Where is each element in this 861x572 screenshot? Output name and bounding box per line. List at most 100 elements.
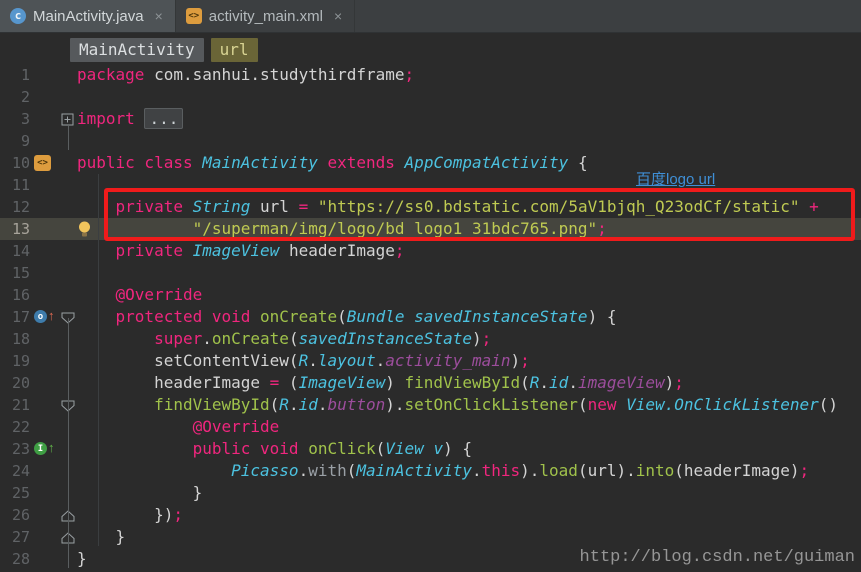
gutter: 23 I↑ xyxy=(0,438,76,460)
line-number: 3 xyxy=(0,108,30,130)
line-number: 11 xyxy=(0,174,30,196)
gutter: 28 xyxy=(0,548,76,570)
code-text[interactable]: "/superman/img/logo/bd_logo1_31bdc765.pn… xyxy=(77,218,607,240)
code-line[interactable]: 3 import ... xyxy=(0,108,861,130)
code-text[interactable]: import ... xyxy=(77,108,183,130)
gutter: 1 xyxy=(0,64,76,86)
line-number: 18 xyxy=(0,328,30,350)
code-line[interactable]: 27 } xyxy=(0,526,861,548)
gutter: 10<> xyxy=(0,152,76,174)
line-number: 1 xyxy=(0,64,30,86)
breadcrumb-field[interactable]: url xyxy=(211,38,258,62)
code-line[interactable]: 13 "/superman/img/logo/bd_logo1_31bdc765… xyxy=(0,218,861,240)
gutter: 26 xyxy=(0,504,76,526)
code-text[interactable]: private String url = "https://ss0.bdstat… xyxy=(77,196,819,218)
code-line[interactable]: 24 Picasso.with(MainActivity.this).load(… xyxy=(0,460,861,482)
xml-file-icon: <> xyxy=(186,8,202,24)
overrides-method-icon[interactable]: o↑ xyxy=(34,309,55,323)
line-number: 2 xyxy=(0,86,30,108)
code-line[interactable]: 11 xyxy=(0,174,861,196)
gutter: 27 xyxy=(0,526,76,548)
code-line[interactable]: 26 }); xyxy=(0,504,861,526)
gutter: 18 xyxy=(0,328,76,350)
indent-guide xyxy=(98,174,99,546)
code-line[interactable]: 19 setContentView(R.layout.activity_main… xyxy=(0,350,861,372)
java-class-icon: c xyxy=(10,8,26,24)
gutter: 12 xyxy=(0,196,76,218)
code-text[interactable]: protected void onCreate(Bundle savedInst… xyxy=(77,306,616,328)
gutter: 22 xyxy=(0,416,76,438)
code-line[interactable]: 18 super.onCreate(savedInstanceState); xyxy=(0,328,861,350)
gutter: 13 xyxy=(0,218,76,240)
line-number: 20 xyxy=(0,372,30,394)
gutter: 20 xyxy=(0,372,76,394)
code-line[interactable]: 16 @Override xyxy=(0,284,861,306)
code-text[interactable]: @Override xyxy=(77,284,202,306)
code-editor[interactable]: 1 package com.sanhui.studythirdframe; 23 im… xyxy=(0,33,861,572)
tab-label: MainActivity.java xyxy=(33,8,144,25)
gutter: 3 xyxy=(0,108,76,130)
code-text[interactable]: } xyxy=(77,526,125,548)
breadcrumb-class[interactable]: MainActivity xyxy=(70,38,204,62)
code-line[interactable]: 21 findViewById(R.id.button).setOnClickL… xyxy=(0,394,861,416)
line-number: 17 xyxy=(0,306,30,328)
code-line[interactable]: 20 headerImage = (ImageView) findViewByI… xyxy=(0,372,861,394)
code-area: 1 package com.sanhui.studythirdframe; 23 im… xyxy=(0,64,861,570)
code-text[interactable]: headerImage = (ImageView) findViewById(R… xyxy=(77,372,684,394)
line-number: 24 xyxy=(0,460,30,482)
code-line[interactable]: 15 xyxy=(0,262,861,284)
gutter: 14 xyxy=(0,240,76,262)
code-line[interactable]: 9 xyxy=(0,130,861,152)
code-text[interactable]: public class MainActivity extends AppCom… xyxy=(77,152,588,174)
tab-activity-main-xml[interactable]: <> activity_main.xml × xyxy=(176,0,355,32)
code-line[interactable]: 25 } xyxy=(0,482,861,504)
close-icon[interactable]: × xyxy=(334,8,342,24)
line-number: 13 xyxy=(0,218,30,240)
code-text[interactable]: super.onCreate(savedInstanceState); xyxy=(77,328,491,350)
gutter: 11 xyxy=(0,174,76,196)
line-number: 9 xyxy=(0,130,30,152)
tab-mainactivity-java[interactable]: c MainActivity.java × xyxy=(0,0,176,32)
tab-label: activity_main.xml xyxy=(209,8,323,25)
code-text[interactable]: package com.sanhui.studythirdframe; xyxy=(77,64,414,86)
code-text[interactable]: public void onClick(View v) { xyxy=(77,438,472,460)
code-text[interactable]: setContentView(R.layout.activity_main); xyxy=(77,350,530,372)
code-text[interactable]: private ImageView headerImage; xyxy=(77,240,405,262)
line-number: 23 xyxy=(0,438,30,460)
fold-line xyxy=(68,126,69,150)
line-number: 16 xyxy=(0,284,30,306)
gutter: 2 xyxy=(0,86,76,108)
gutter: 15 xyxy=(0,262,76,284)
code-line[interactable]: 2 xyxy=(0,86,861,108)
line-number: 15 xyxy=(0,262,30,284)
related-layout-file-icon[interactable]: <> xyxy=(34,155,51,171)
breadcrumb: MainActivity url xyxy=(70,38,258,62)
gutter: 16 xyxy=(0,284,76,306)
fold-line xyxy=(68,318,69,568)
line-number: 28 xyxy=(0,548,30,570)
line-number: 25 xyxy=(0,482,30,504)
code-line[interactable]: 10<>public class MainActivity extends Ap… xyxy=(0,152,861,174)
implements-method-icon[interactable]: I↑ xyxy=(34,441,55,455)
editor-tab-bar: c MainActivity.java × <> activity_main.x… xyxy=(0,0,861,33)
code-text[interactable]: Picasso.with(MainActivity.this).load(url… xyxy=(77,460,809,482)
code-line[interactable]: 17 o↑ protected void onCreate(Bundle save… xyxy=(0,306,861,328)
code-text[interactable]: @Override xyxy=(77,416,279,438)
gutter: 9 xyxy=(0,130,76,152)
gutter: 21 xyxy=(0,394,76,416)
code-line[interactable]: 12 private String url = "https://ss0.bds… xyxy=(0,196,861,218)
gutter: 25 xyxy=(0,482,76,504)
code-line[interactable]: 22 @Override xyxy=(0,416,861,438)
code-text[interactable]: } xyxy=(77,548,87,570)
code-line[interactable]: 1 package com.sanhui.studythirdframe; xyxy=(0,64,861,86)
code-line[interactable]: 23 I↑ public void onClick(View v) { xyxy=(0,438,861,460)
line-number: 10 xyxy=(0,152,30,174)
code-text[interactable]: findViewById(R.id.button).setOnClickList… xyxy=(77,394,838,416)
gutter: 24 xyxy=(0,460,76,482)
line-number: 19 xyxy=(0,350,30,372)
code-line[interactable]: 14 private ImageView headerImage; xyxy=(0,240,861,262)
code-text[interactable]: }); xyxy=(77,504,183,526)
code-text[interactable]: } xyxy=(77,482,202,504)
close-icon[interactable]: × xyxy=(155,8,163,24)
gutter: 17 o↑ xyxy=(0,306,76,328)
